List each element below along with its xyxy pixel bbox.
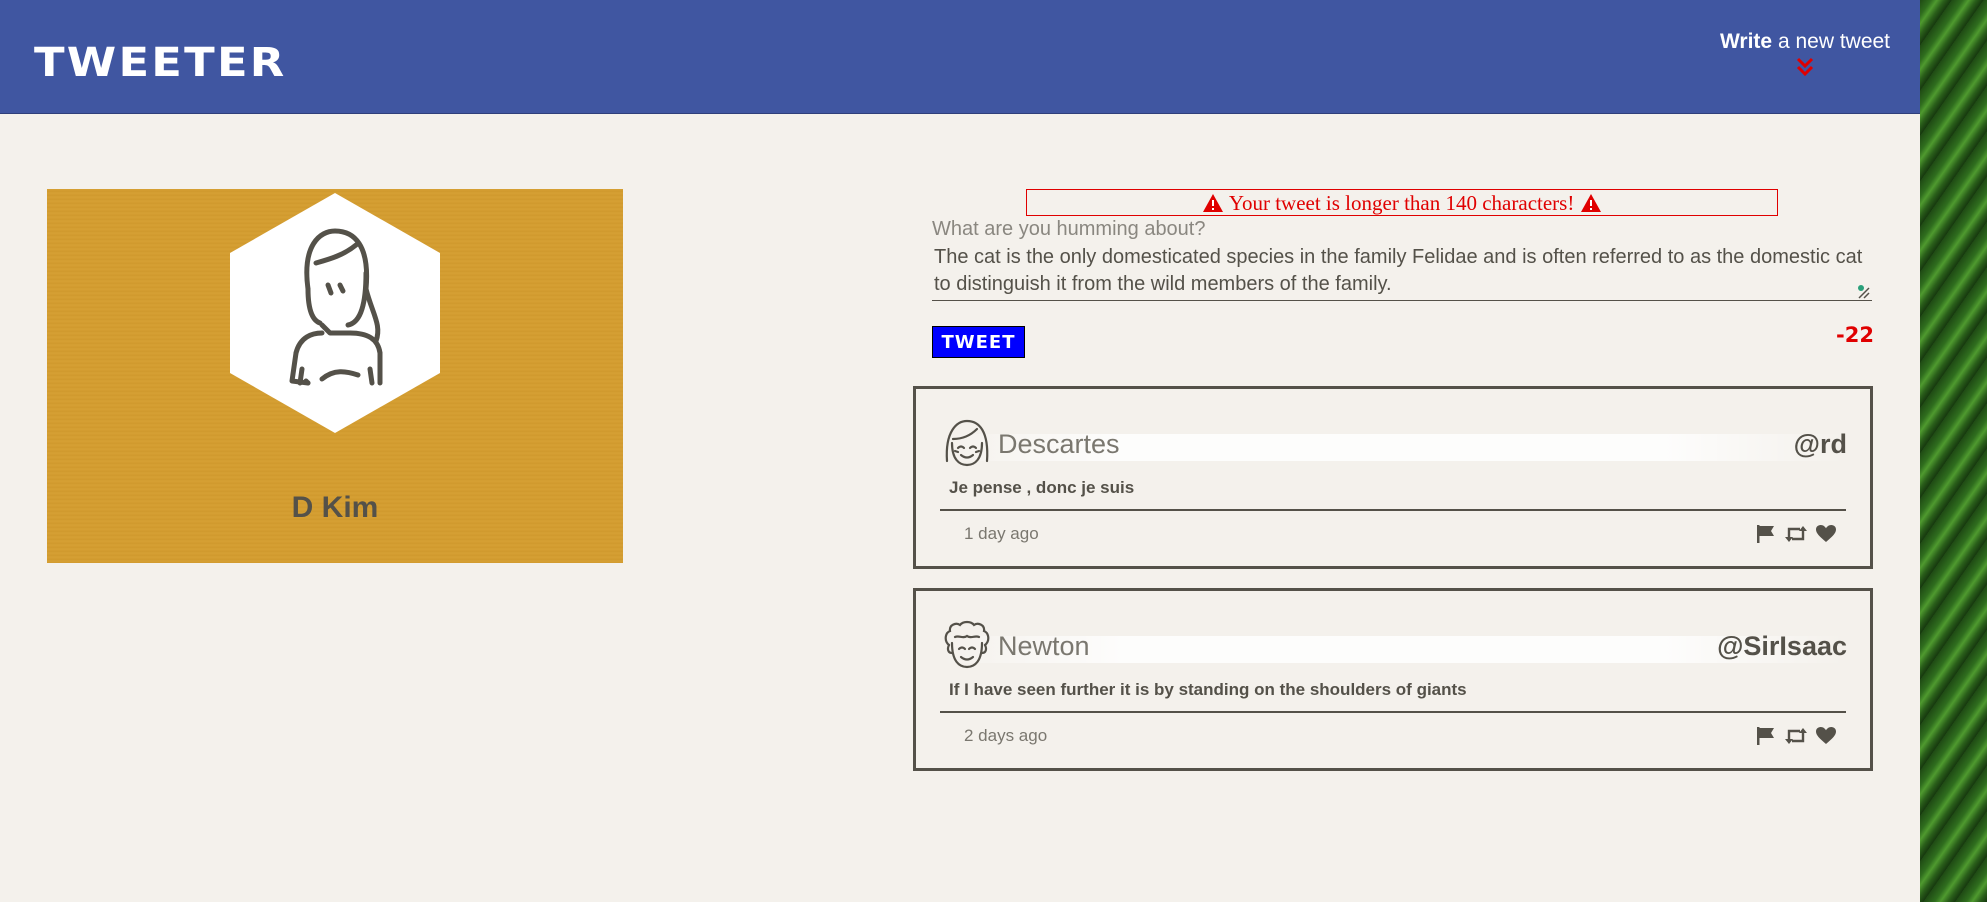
tweet-author-name: Newton	[998, 631, 1090, 661]
tweet-actions	[1755, 726, 1839, 750]
profile-avatar	[230, 193, 440, 433]
tweet-author-handle: @rd	[1793, 429, 1847, 459]
double-chevron-down-icon[interactable]	[1794, 56, 1816, 78]
write-new-tweet-toggle[interactable]: Write a new tweet	[1710, 30, 1900, 78]
resize-grip-icon[interactable]	[1855, 284, 1871, 300]
brand-logo: TWEETER	[34, 40, 287, 86]
retweet-icon[interactable]	[1784, 524, 1808, 544]
retweet-icon[interactable]	[1784, 726, 1808, 746]
warning-triangle-icon	[1203, 194, 1224, 212]
tweet-author-name: Descartes	[998, 429, 1120, 459]
heart-icon[interactable]	[1815, 524, 1837, 544]
heart-icon[interactable]	[1815, 726, 1837, 746]
warning-triangle-icon	[1580, 194, 1601, 212]
error-message: Your tweet is longer than 140 characters…	[1026, 189, 1778, 216]
tweet-author-handle: @SirIsaac	[1717, 631, 1847, 661]
compose-label: What are you humming about?	[932, 218, 1206, 240]
tweet-textarea[interactable]: The cat is the only domesticated species…	[932, 244, 1872, 301]
tweet-timestamp: 2 days ago	[964, 726, 1048, 745]
tweet-timestamp: 1 day ago	[964, 524, 1039, 543]
curly-hair-avatar-icon	[944, 620, 990, 669]
smiling-bob-hair-avatar-icon	[945, 419, 989, 467]
top-nav: TWEETER Write a new tweet	[0, 0, 1920, 114]
flag-icon[interactable]	[1755, 726, 1777, 746]
tweet-card: Newton @SirIsaac If I have seen further …	[913, 588, 1873, 771]
tweet-content: If I have seen further it is by standing…	[949, 680, 1467, 699]
background-foliage-image	[1920, 0, 1987, 902]
tweet-divider	[940, 509, 1846, 511]
tweet-content: Je pense , donc je suis	[949, 478, 1135, 497]
tweet-card: Descartes @rd Je pense , donc je suis 1 …	[913, 386, 1873, 569]
tweet-button[interactable]: TWEET	[932, 326, 1025, 358]
compose-toggle-text: a new tweet	[1772, 30, 1891, 53]
tweet-divider	[940, 711, 1846, 713]
tweet-actions	[1755, 524, 1839, 548]
profile-card: D Kim	[47, 189, 623, 563]
flag-icon[interactable]	[1755, 524, 1777, 544]
profile-name: D Kim	[291, 491, 379, 524]
character-counter: -22	[1836, 323, 1874, 347]
compose-toggle-bold: Write	[1719, 30, 1773, 53]
error-text: Your tweet is longer than 140 characters…	[1228, 191, 1575, 215]
